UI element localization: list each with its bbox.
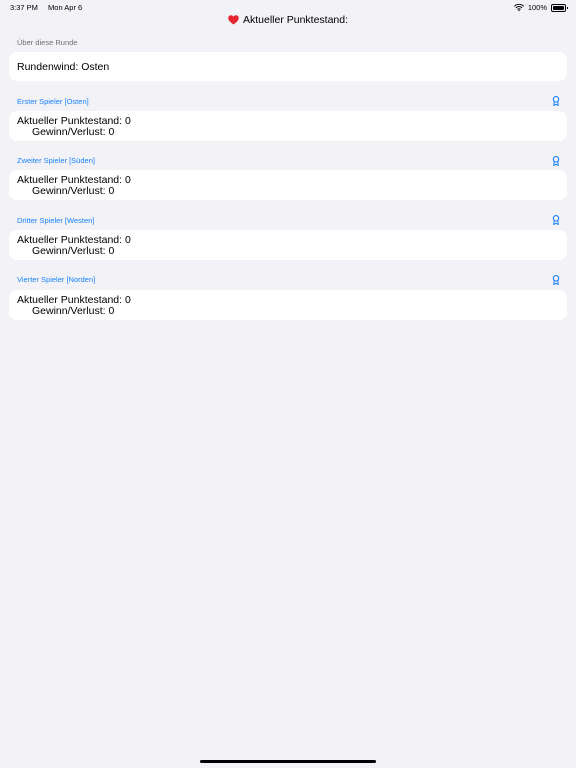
player-header-south: Zweiter Spieler [Süden] bbox=[17, 156, 95, 165]
player-card-north[interactable]: Aktueller Punktestand: 0 Gewinn/Verlust:… bbox=[9, 290, 567, 320]
round-wind: Rundenwind: Osten bbox=[17, 61, 110, 73]
player-header-north: Vierter Spieler [Norden] bbox=[17, 275, 96, 284]
status-time: 3:37 PM bbox=[10, 3, 38, 12]
round-section-header: Über diese Runde bbox=[17, 38, 78, 47]
player-delta: Gewinn/Verlust: 0 bbox=[32, 185, 115, 197]
player-card-west[interactable]: Aktueller Punktestand: 0 Gewinn/Verlust:… bbox=[9, 230, 567, 260]
player-header-west: Dritter Spieler [Westen] bbox=[17, 216, 95, 225]
wifi-icon bbox=[513, 4, 524, 11]
player-card-south[interactable]: Aktueller Punktestand: 0 Gewinn/Verlust:… bbox=[9, 170, 567, 200]
page-title: Aktueller Punktestand: bbox=[242, 14, 349, 26]
medal-icon[interactable] bbox=[552, 96, 560, 106]
player-card-east[interactable]: Aktueller Punktestand: 0 Gewinn/Verlust:… bbox=[9, 111, 567, 141]
player-header-east: Erster Spieler [Osten] bbox=[17, 97, 89, 106]
nav-bar: Aktueller Punktestand: bbox=[0, 12, 576, 28]
battery-icon bbox=[551, 3, 568, 12]
medal-icon[interactable] bbox=[552, 156, 560, 166]
medal-icon[interactable] bbox=[552, 275, 560, 285]
player-delta: Gewinn/Verlust: 0 bbox=[32, 305, 115, 317]
battery-percent: 100% bbox=[527, 3, 547, 12]
medal-icon[interactable] bbox=[552, 215, 560, 225]
status-right: 100% bbox=[513, 3, 568, 12]
round-card: Rundenwind: Osten bbox=[9, 52, 567, 81]
heart-icon bbox=[228, 15, 239, 25]
player-delta: Gewinn/Verlust: 0 bbox=[32, 126, 115, 138]
status-left: 3:37 PM Mon Apr 6 bbox=[10, 3, 82, 12]
status-date: Mon Apr 6 bbox=[48, 3, 83, 12]
player-delta: Gewinn/Verlust: 0 bbox=[32, 245, 115, 257]
home-indicator[interactable] bbox=[200, 760, 376, 763]
